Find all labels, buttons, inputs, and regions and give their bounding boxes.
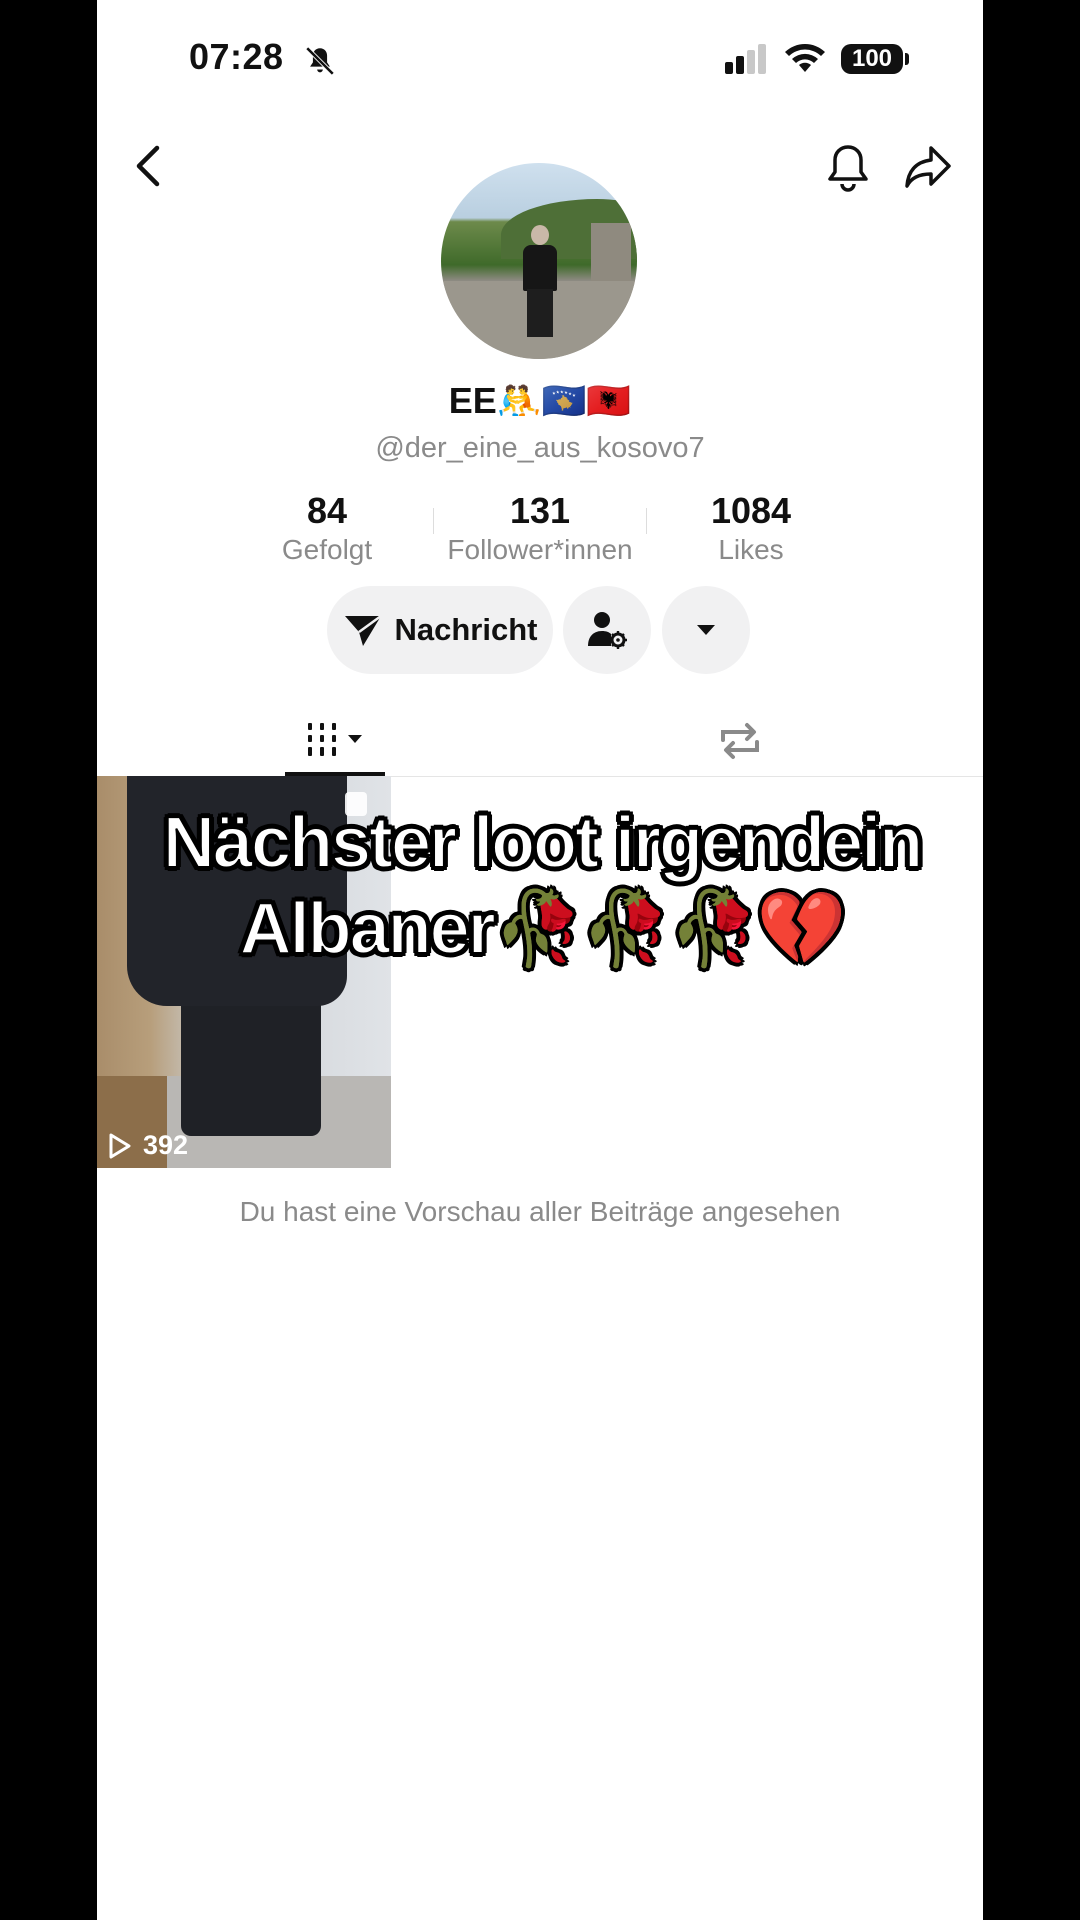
message-button-label: Nachricht <box>394 612 538 647</box>
mute-bell-icon <box>305 46 335 76</box>
stat-following[interactable]: 84 Gefolgt <box>267 490 387 566</box>
stat-likes-label: Likes <box>718 534 784 565</box>
more-dropdown-button[interactable] <box>662 586 750 674</box>
stat-followers[interactable]: 131 Follower*innen <box>430 490 650 566</box>
dropdown-icon <box>697 625 715 635</box>
user-settings-icon <box>588 612 627 649</box>
message-button[interactable]: Nachricht <box>327 586 553 674</box>
battery-icon: 100 <box>841 44 903 74</box>
video-views: 392 <box>107 1130 188 1161</box>
status-time: 07:28 <box>189 36 284 77</box>
play-icon <box>109 1133 131 1158</box>
username: @der_eine_aus_kosovo7 <box>375 432 705 464</box>
user-settings-button[interactable] <box>563 586 651 674</box>
avatar[interactable] <box>441 163 637 359</box>
stat-followers-value: 131 <box>509 490 571 531</box>
video-caption-overlay: Nächster loot irgendein Albaner🥀🥀🥀💔 <box>162 802 924 970</box>
stat-following-value: 84 <box>306 490 348 531</box>
stat-likes-value: 1084 <box>710 490 792 531</box>
battery-cap <box>905 53 909 65</box>
repost-icon[interactable] <box>717 720 763 762</box>
share-icon[interactable] <box>903 144 953 190</box>
stat-following-label: Gefolgt <box>281 534 373 565</box>
stat-divider <box>646 508 647 534</box>
stat-likes[interactable]: 1084 Likes <box>681 490 821 566</box>
back-icon[interactable] <box>131 144 167 188</box>
wifi-icon <box>785 44 825 72</box>
bell-icon[interactable] <box>825 142 871 192</box>
stat-followers-label: Follower*innen <box>447 534 633 565</box>
signal-icon <box>725 44 766 74</box>
tab-videos[interactable] <box>285 706 385 776</box>
send-icon <box>344 614 382 646</box>
profile-screen: 07:28 100 EE🤼🇽🇰🇦🇱 @der_eine_aus_kosovo7 <box>97 0 983 1920</box>
grid-icon <box>308 723 362 756</box>
display-name: EE🤼🇽🇰🇦🇱 <box>448 380 632 421</box>
preview-end-note: Du hast eine Vorschau aller Beiträge ang… <box>239 1196 841 1227</box>
video-views-count: 392 <box>143 1130 189 1160</box>
content-tabs <box>97 706 983 777</box>
